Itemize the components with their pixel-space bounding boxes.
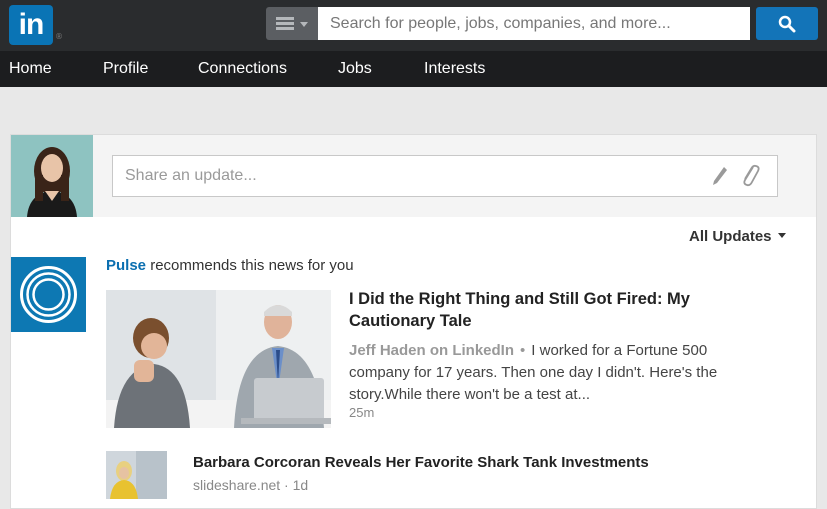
pulse-icon: [20, 266, 77, 323]
article-thumbnail[interactable]: [106, 290, 331, 428]
feed-card: All Updates Pulse recommends this news f…: [10, 134, 817, 509]
article-image: [106, 290, 331, 428]
item2-title[interactable]: Barbara Corcoran Reveals Her Favorite Sh…: [193, 454, 649, 471]
registered-mark: ®: [55, 32, 63, 41]
article-title[interactable]: I Did the Right Thing and Still Got Fire…: [349, 288, 769, 332]
chevron-down-icon: [777, 233, 786, 238]
pulse-logo[interactable]: [11, 257, 86, 332]
all-updates-label: All Updates: [689, 228, 772, 245]
separator-dot: •: [520, 342, 526, 359]
pencil-icon[interactable]: [711, 165, 729, 187]
pulse-recommends-label: recommends this news for you: [146, 257, 354, 274]
pulse-recommendation-text: Pulse recommends this news for you: [106, 257, 354, 274]
nav-profile[interactable]: Profile: [103, 51, 148, 87]
article-timestamp: 25m: [349, 405, 375, 420]
article-source[interactable]: Jeff Haden on LinkedIn: [349, 342, 514, 359]
share-update-input[interactable]: [112, 155, 778, 197]
nav-connections[interactable]: Connections: [198, 51, 287, 87]
paperclip-icon[interactable]: [739, 163, 761, 189]
search-button[interactable]: [756, 7, 818, 40]
nav-interests[interactable]: Interests: [424, 51, 485, 87]
profile-photo: [11, 135, 93, 217]
linkedin-logo[interactable]: in: [9, 5, 53, 45]
avatar[interactable]: [11, 135, 93, 217]
search-category-dropdown[interactable]: [266, 7, 318, 40]
main-nav: Home Profile Connections Jobs Interests: [0, 51, 827, 87]
article-summary: Jeff Haden on LinkedIn • I worked for a Fo…: [349, 340, 769, 406]
top-header-bar: in ®: [0, 0, 827, 51]
share-box: [11, 135, 816, 217]
nav-jobs[interactable]: Jobs: [338, 51, 372, 87]
chevron-down-icon: [300, 22, 308, 27]
list-menu-icon: [276, 17, 294, 30]
item2-thumbnail[interactable]: [106, 451, 167, 499]
all-updates-filter[interactable]: All Updates: [689, 228, 786, 245]
nav-home[interactable]: Home: [9, 51, 52, 87]
item2-meta: slideshare.net · 1d: [193, 477, 309, 493]
logo-text: in: [18, 8, 45, 41]
search-icon: [778, 15, 796, 33]
item2-image: [106, 451, 167, 499]
pulse-link[interactable]: Pulse: [106, 257, 146, 274]
search-input[interactable]: [318, 7, 750, 40]
